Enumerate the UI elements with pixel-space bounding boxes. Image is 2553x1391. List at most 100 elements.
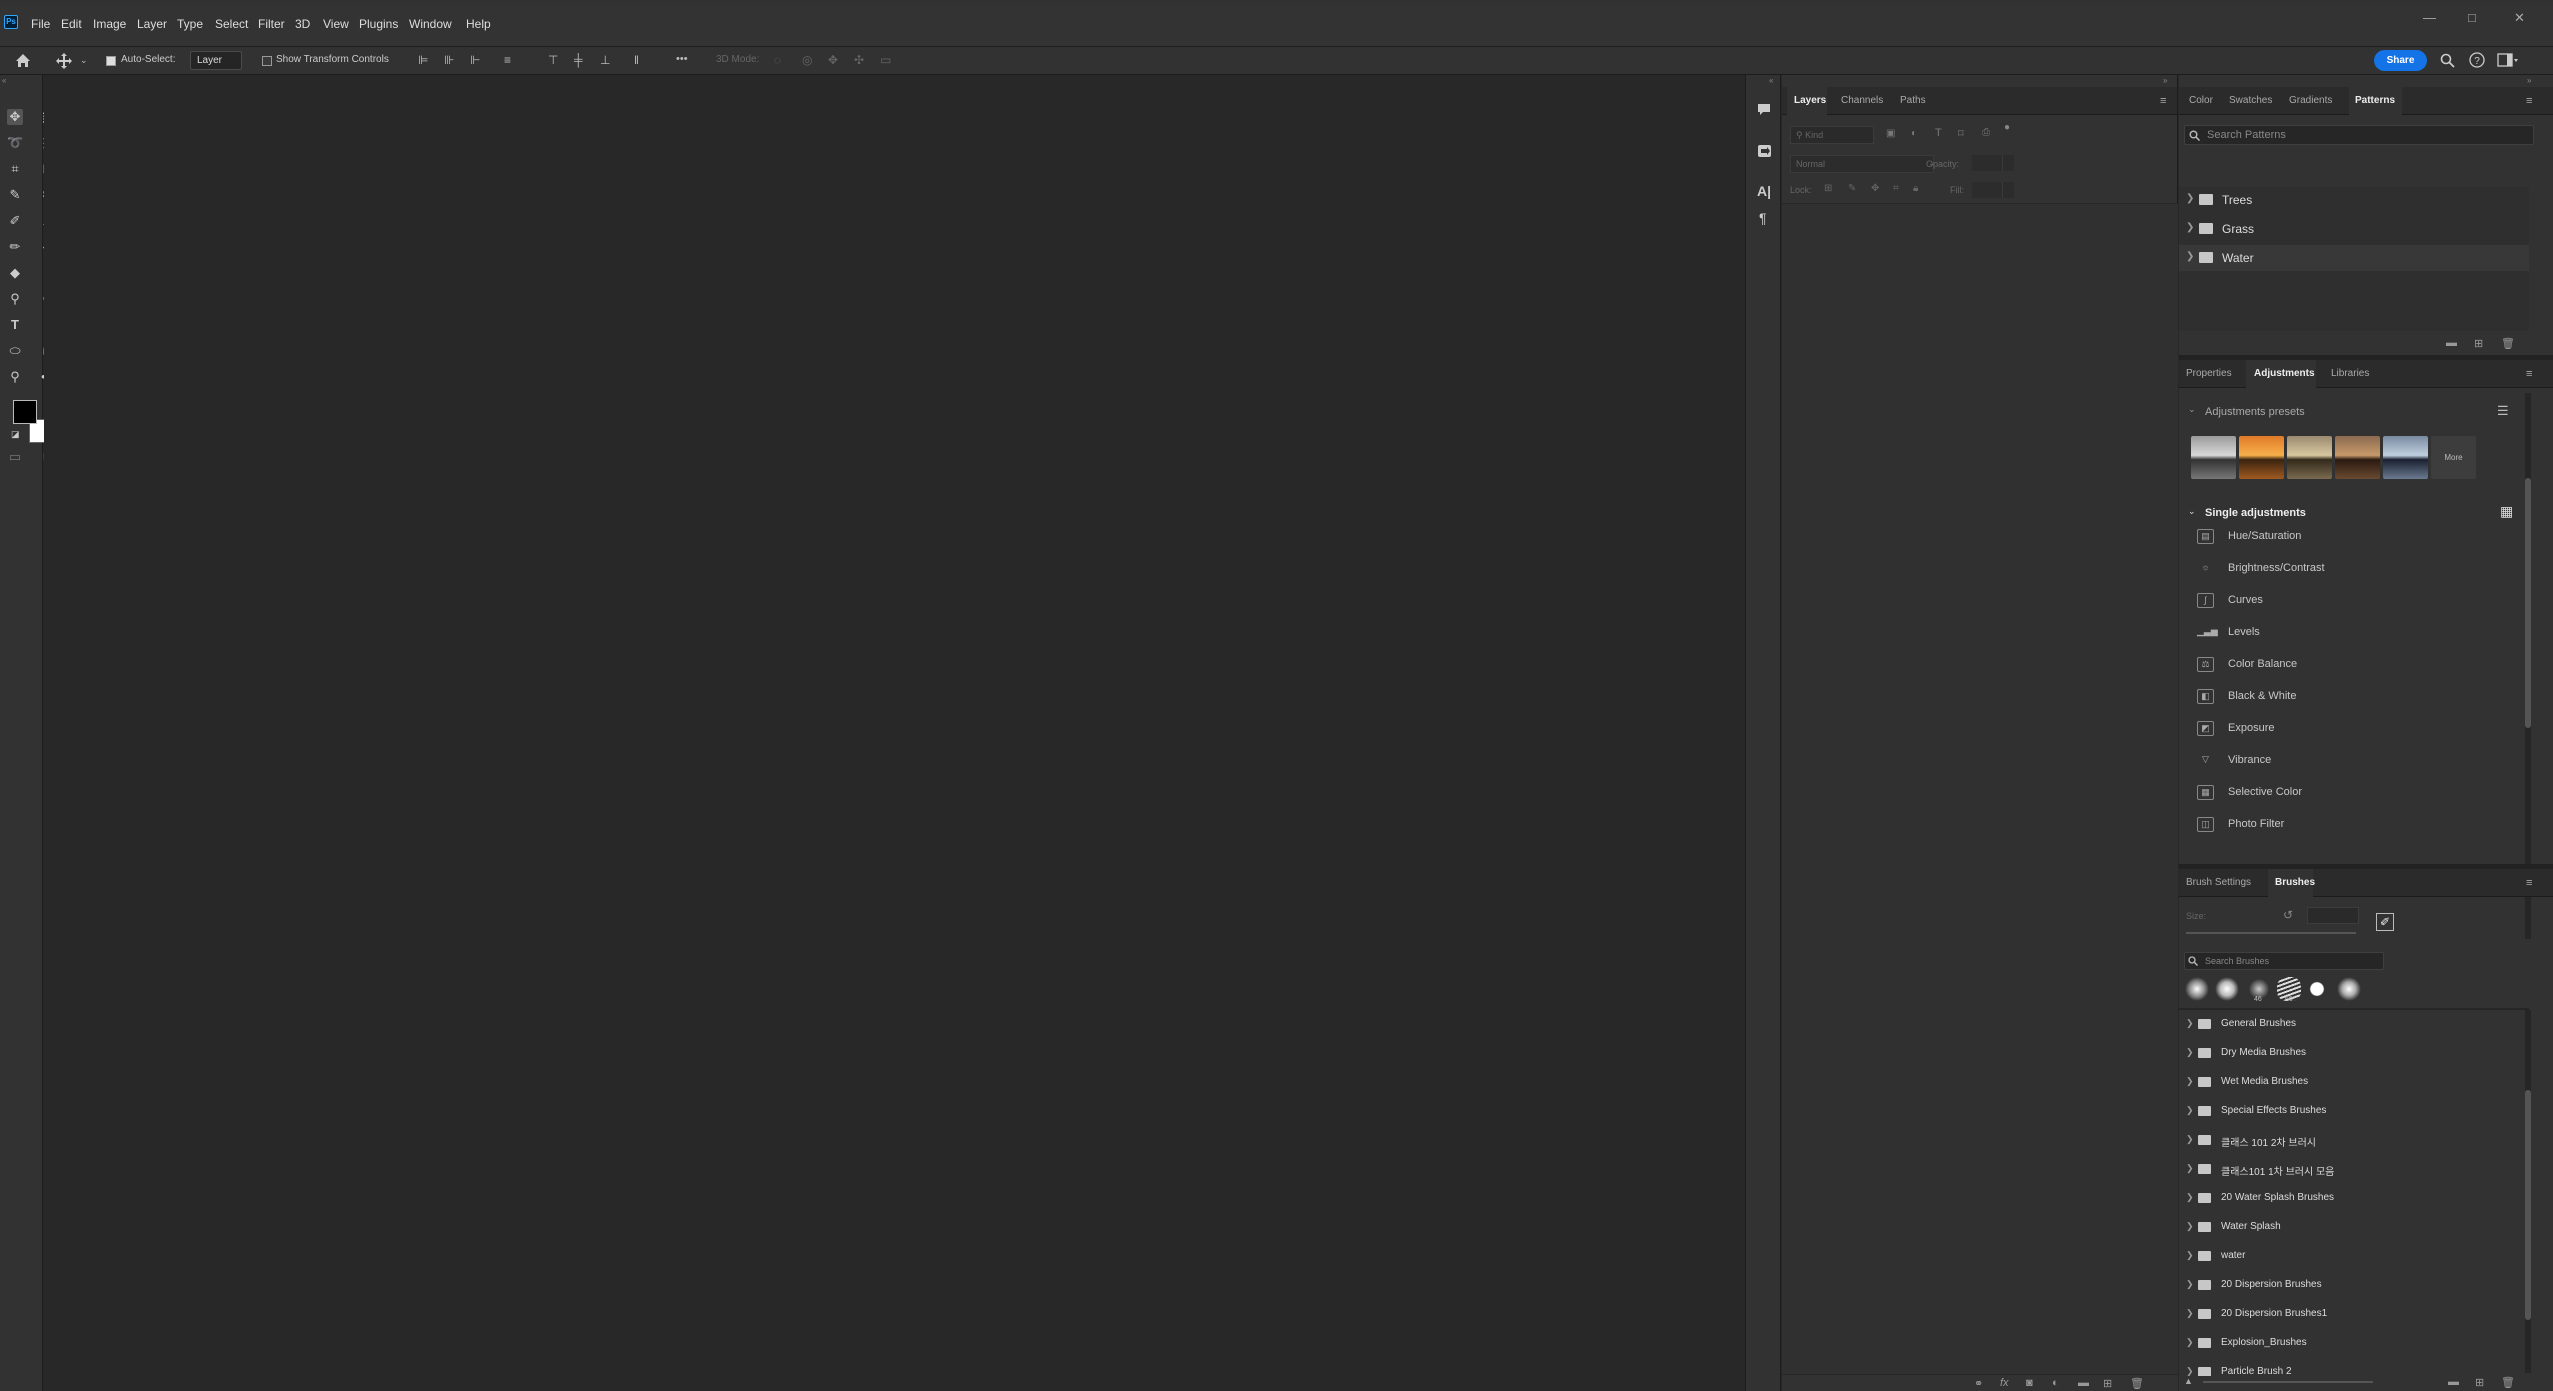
default-colors-icon[interactable]: ◪	[11, 429, 20, 440]
auto-select-target-dropdown[interactable]: Layer	[190, 51, 242, 70]
search-icon[interactable]	[2440, 53, 2455, 68]
link-layers-icon[interactable]: ⚭	[1974, 1377, 1983, 1390]
create-brush-icon[interactable]: ⊞	[2475, 1376, 2484, 1389]
brush-folder-row[interactable]: ❯ 20 Dispersion Brushes	[2179, 1271, 2524, 1300]
search-brushes-input[interactable]: Search Brushes	[2184, 952, 2384, 970]
tab-properties[interactable]: Properties	[2186, 368, 2232, 379]
distribute-icon[interactable]: ≡	[504, 53, 511, 67]
grid-view-icon[interactable]: ▦	[2500, 503, 2513, 520]
lock-all-icon[interactable]: 🔒︎	[1913, 183, 1918, 194]
tab-libraries[interactable]: Libraries	[2331, 368, 2369, 379]
chevron-right-icon[interactable]: ❯	[2186, 1308, 2194, 1319]
brush-folder-row[interactable]: ❯ water	[2179, 1242, 2524, 1271]
adjustments-scrollbar[interactable]	[2525, 393, 2531, 939]
move-tool-icon[interactable]	[56, 53, 72, 69]
quick-mask-icon[interactable]: ▭	[7, 449, 23, 465]
dodge-tool-icon[interactable]: ⚲	[7, 291, 23, 307]
panel-menu-icon[interactable]: ≡	[2526, 877, 2532, 889]
help-icon[interactable]: ?	[2469, 52, 2485, 68]
chevron-right-icon[interactable]: ❯	[2186, 1076, 2194, 1087]
filter-type-icon[interactable]: T	[1935, 127, 1942, 139]
zoom-tool-icon[interactable]: ⚲	[7, 369, 23, 385]
comments-icon[interactable]	[1757, 103, 1771, 116]
filter-adjustment-icon[interactable]: ◐	[1911, 128, 1917, 139]
foreground-color-swatch[interactable]	[13, 400, 37, 424]
chevron-right-icon[interactable]: ❯	[2186, 1192, 2194, 1203]
type-tool-icon[interactable]: T	[7, 317, 23, 333]
workspace-icon[interactable]	[2497, 53, 2519, 67]
filter-smart-object-icon[interactable]: ⎙	[1982, 127, 1990, 138]
more-options-icon[interactable]: •••	[676, 53, 688, 65]
brush-folder-row[interactable]: ❯ Dry Media Brushes	[2179, 1039, 2524, 1068]
tab-brushes[interactable]: Brushes	[2275, 877, 2315, 888]
menu-select[interactable]: Select	[215, 17, 248, 31]
filter-pixel-icon[interactable]: ▣	[1886, 128, 1895, 139]
3d-pan-icon[interactable]: ✥	[828, 53, 838, 67]
tab-patterns[interactable]: Patterns	[2355, 95, 2395, 106]
3d-scale-icon[interactable]: ▭	[880, 53, 891, 67]
3d-slide-icon[interactable]: ✣	[854, 53, 864, 67]
brush-tip[interactable]	[2309, 981, 2325, 997]
tab-gradients[interactable]: Gradients	[2289, 95, 2332, 106]
maximize-button[interactable]: □	[2468, 10, 2476, 25]
scrollbar-thumb[interactable]	[2525, 478, 2531, 728]
brush-folder-row[interactable]: ❯ Explosion_Brushes	[2179, 1329, 2524, 1358]
preset-thumbnail[interactable]	[2239, 436, 2284, 479]
chevron-right-icon[interactable]: ❯	[2186, 1047, 2194, 1058]
photoshop-logo-icon[interactable]: Ps	[4, 15, 18, 29]
panel-menu-icon[interactable]: ≡	[2526, 368, 2532, 380]
scrollbar-thumb[interactable]	[2525, 1090, 2531, 1320]
brush-folder-row[interactable]: ❯ 20 Dispersion Brushes1	[2179, 1300, 2524, 1329]
tab-channels[interactable]: Channels	[1841, 95, 1883, 106]
chevron-right-icon[interactable]: ❯	[2186, 1279, 2194, 1290]
opacity-slider-toggle[interactable]	[2002, 155, 2014, 171]
delete-brush-icon[interactable]: 🗑︎	[2501, 1376, 2515, 1389]
menu-3d[interactable]: 3D	[295, 17, 310, 31]
chevron-down-icon[interactable]: ⌄	[2188, 506, 2196, 517]
brush-tip[interactable]	[2215, 977, 2239, 1001]
fill-slider-toggle[interactable]	[2002, 182, 2014, 198]
panel-menu-icon[interactable]: ≡	[2160, 95, 2166, 107]
size-field[interactable]	[2307, 907, 2359, 924]
shape-tool-icon[interactable]: ⬭	[7, 343, 23, 359]
reset-size-icon[interactable]: ↺	[2283, 908, 2293, 922]
chevron-right-icon[interactable]: ❯	[2186, 1221, 2194, 1232]
size-slider[interactable]	[2186, 932, 2356, 934]
tab-brush-settings[interactable]: Brush Settings	[2186, 877, 2251, 888]
align-middle-icon[interactable]: ╪	[574, 53, 583, 67]
layers-list[interactable]	[1782, 204, 2178, 1374]
home-icon[interactable]	[15, 53, 31, 68]
menu-plugins[interactable]: Plugins	[359, 17, 398, 31]
align-center-icon[interactable]: ⊪	[444, 53, 454, 67]
collapse-panels-icon[interactable]: «	[1769, 76, 1773, 85]
chevron-right-icon[interactable]: ❯	[2186, 251, 2194, 262]
expand-panels-icon[interactable]: »	[2163, 76, 2167, 85]
brush-preview-slider[interactable]	[2203, 1381, 2373, 1383]
chevron-right-icon[interactable]: ❯	[2186, 1105, 2194, 1116]
brush-folder-row[interactable]: ❯ Special Effects Brushes	[2179, 1097, 2524, 1126]
chevron-down-icon[interactable]: ⌄	[2188, 404, 2196, 415]
adjustment-layer-icon[interactable]: ◐	[2052, 1377, 2059, 1389]
expand-right-panels-icon[interactable]: »	[2527, 76, 2531, 85]
lasso-tool-icon[interactable]: ➰	[7, 135, 23, 151]
new-group-icon[interactable]: ▬	[2078, 1377, 2089, 1389]
pattern-folder-grass[interactable]: ❯ Grass	[2179, 216, 2529, 242]
preset-thumbnail[interactable]	[2383, 436, 2428, 479]
character-icon[interactable]: A|	[1757, 183, 1771, 199]
chevron-right-icon[interactable]: ❯	[2186, 1163, 2194, 1174]
preset-thumbnail[interactable]	[2287, 436, 2332, 479]
layer-kind-filter[interactable]: ⚲ Kind	[1790, 126, 1874, 144]
new-layer-icon[interactable]: ⊞	[2103, 1377, 2112, 1390]
paint-bucket-tool-icon[interactable]: ◆	[7, 265, 23, 281]
history-icon[interactable]	[1757, 144, 1772, 158]
brush-folder-row[interactable]: ❯ 클래스101 1차 브러시 모음	[2179, 1155, 2524, 1184]
brush-tip[interactable]	[2337, 977, 2361, 1001]
filter-shape-icon[interactable]: ⌑	[1958, 127, 1964, 140]
menu-file[interactable]: File	[31, 17, 50, 31]
crop-tool-icon[interactable]: ⌗	[7, 161, 23, 177]
align-bottom-icon[interactable]: ⊥	[600, 53, 610, 67]
tab-adjustments[interactable]: Adjustments	[2254, 368, 2315, 379]
delete-layer-icon[interactable]: 🗑︎	[2130, 1377, 2144, 1390]
menu-layer[interactable]: Layer	[137, 17, 167, 31]
lock-pixels-icon[interactable]: ✎	[1848, 183, 1856, 194]
